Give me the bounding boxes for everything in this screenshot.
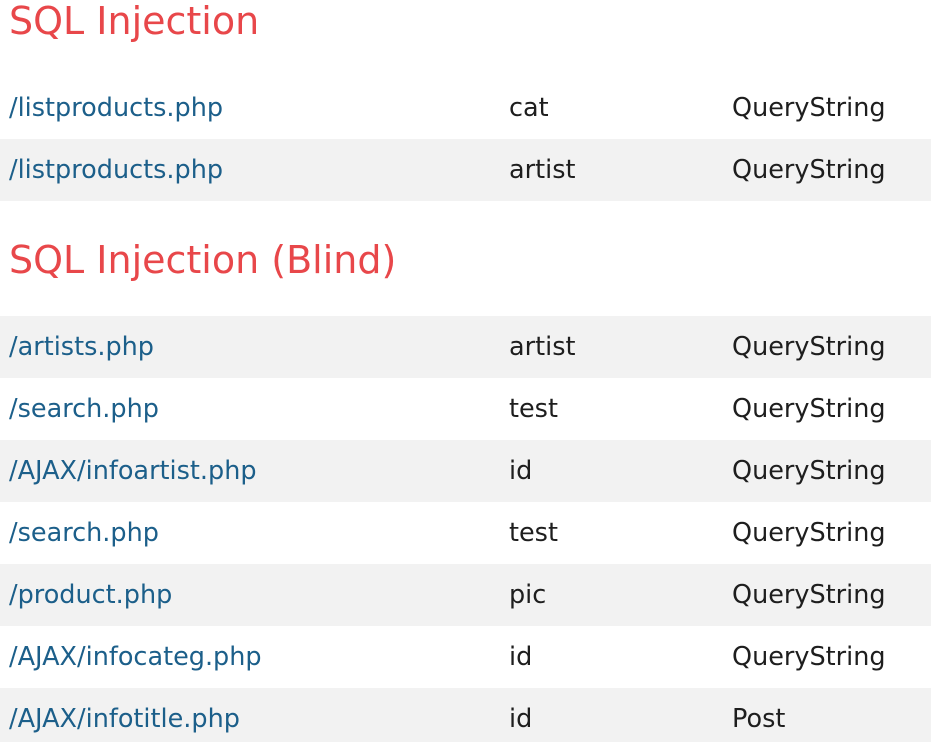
type-cell: QueryString xyxy=(732,155,886,185)
table-row: /artists.php artist QueryString xyxy=(0,316,931,378)
parameter-cell: id xyxy=(509,704,533,734)
type-cell: QueryString xyxy=(732,394,886,424)
url-link[interactable]: /AJAX/infotitle.php xyxy=(9,688,240,742)
url-link[interactable]: /search.php xyxy=(9,502,159,564)
table-row: /AJAX/infocateg.php id QueryString xyxy=(0,626,931,688)
parameter-cell: pic xyxy=(509,580,547,610)
url-link[interactable]: /search.php xyxy=(9,378,159,440)
vulnerability-table-sql-injection-blind: /artists.php artist QueryString /search.… xyxy=(0,316,931,742)
parameter-cell: artist xyxy=(509,332,576,362)
table-row: /search.php test QueryString xyxy=(0,378,931,440)
table-row: /listproducts.php artist QueryString xyxy=(0,139,931,201)
url-link[interactable]: /listproducts.php xyxy=(9,77,223,139)
url-link[interactable]: /AJAX/infoartist.php xyxy=(9,440,257,502)
table-row: /AJAX/infotitle.php id Post xyxy=(0,688,931,742)
table-row: /AJAX/infoartist.php id QueryString xyxy=(0,440,931,502)
type-cell: QueryString xyxy=(732,642,886,672)
url-link[interactable]: /AJAX/infocateg.php xyxy=(9,626,262,688)
report-page: SQL Injection /listproducts.php cat Quer… xyxy=(0,0,931,742)
type-cell: QueryString xyxy=(732,456,886,486)
parameter-cell: artist xyxy=(509,155,576,185)
section-title-sql-injection: SQL Injection xyxy=(9,0,260,43)
url-link[interactable]: /artists.php xyxy=(9,316,154,378)
type-cell: QueryString xyxy=(732,518,886,548)
table-row: /listproducts.php cat QueryString xyxy=(0,77,931,139)
table-row: /search.php test QueryString xyxy=(0,502,931,564)
table-row: /product.php pic QueryString xyxy=(0,564,931,626)
url-link[interactable]: /listproducts.php xyxy=(9,139,223,201)
type-cell: QueryString xyxy=(732,332,886,362)
vulnerability-table-sql-injection: /listproducts.php cat QueryString /listp… xyxy=(0,77,931,201)
parameter-cell: id xyxy=(509,456,533,486)
section-title-sql-injection-blind: SQL Injection (Blind) xyxy=(9,238,397,282)
parameter-cell: test xyxy=(509,518,558,548)
parameter-cell: test xyxy=(509,394,558,424)
type-cell: QueryString xyxy=(732,93,886,123)
parameter-cell: id xyxy=(509,642,533,672)
url-link[interactable]: /product.php xyxy=(9,564,172,626)
type-cell: Post xyxy=(732,704,786,734)
type-cell: QueryString xyxy=(732,580,886,610)
parameter-cell: cat xyxy=(509,93,549,123)
